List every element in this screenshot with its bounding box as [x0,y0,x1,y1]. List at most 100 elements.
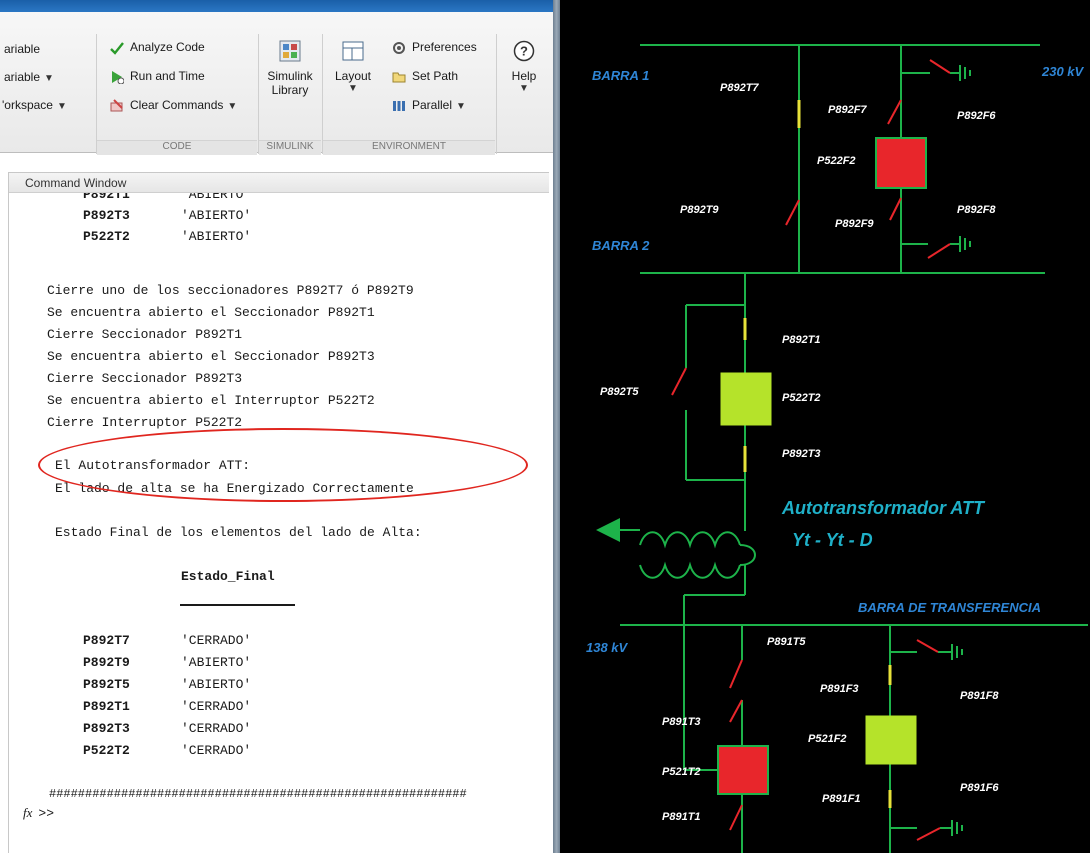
clear-commands-label: Clear Commands [130,98,224,112]
help-label: Help [511,69,537,83]
device-label: P892T1 [782,334,821,346]
device-label: P522T2 [782,392,821,404]
switch-P891F8-open [916,639,939,653]
svg-text:?: ? [520,44,528,59]
bus-label: BARRA 2 [592,238,650,253]
fx-icon[interactable]: fx [23,805,32,820]
device-label: P891F1 [822,793,861,805]
table-row-value: 'CERRADO' [181,721,252,736]
table-row-value: 'ABIERTO' [181,677,252,692]
title-strip [0,0,553,12]
single-line-diagram: BARRA 1 BARRA 2 230 kV 138 kV BARRA DE T… [560,0,1090,853]
preferences-button[interactable]: Preferences [392,40,477,55]
final-heading: Estado Final de los elementos del lado d… [55,525,422,540]
chevron-down-icon: ▼ [44,73,54,84]
table-row-name: P522T2 [83,743,130,758]
parallel-icon [393,100,405,111]
hash-separator: ########################################… [49,787,547,805]
chevron-down-icon: ▼ [56,101,67,112]
bus-label: BARRA DE TRANSFERENCIA [858,600,1041,615]
layout-icon [342,41,364,61]
list-item-name: P522T2 [83,229,130,244]
output-line: Cierre uno de los seccionadores P892T7 ó… [47,283,414,298]
breaker-P521F2[interactable] [865,715,917,765]
device-label: P891T1 [662,811,701,823]
highlight-ellipse [38,428,528,502]
table-row-name: P892T3 [83,721,130,736]
device-label: P892T7 [720,82,759,94]
switch-P892F6-open [929,59,951,74]
simulink-icon [279,40,301,62]
help-icon: ? [513,40,535,62]
switch-P891T1-open [729,804,743,831]
switch-P892F7-open [887,99,902,125]
switch-P891T5-open [729,659,743,689]
table-row-value: 'CERRADO' [181,633,252,648]
output-line: Se encuentra abierto el Seccionador P892… [47,305,375,320]
pre-status-list: P892T1 'ABIERTO' P892T3 'ABIERTO' P522T2… [9,193,549,253]
header-underline [180,604,295,606]
device-label: P891F6 [960,782,999,794]
arrow-left-icon [596,518,620,542]
divider [96,34,97,154]
breaker-P521T2[interactable] [717,745,769,795]
parallel-button[interactable]: Parallel ▼ [392,98,466,113]
divider [258,34,259,154]
list-item-value: 'ABIERTO' [181,229,252,244]
gear-icon [393,41,405,54]
run-and-time-label: Run and Time [130,69,205,83]
transformer-connection: Yt - Yt - D [792,530,873,550]
table-row-value: 'CERRADO' [181,743,252,758]
command-prompt[interactable]: fx >> [23,805,54,821]
table-row-name: P892T5 [83,677,130,692]
table-row-value: 'CERRADO' [181,699,252,714]
switch-P891T3-open [729,699,743,723]
workspace-button[interactable]: 'orkspace ▼ [2,98,67,112]
breaker-P522T2[interactable] [720,372,772,426]
device-label: P891F3 [820,683,859,695]
device-label: P892F7 [828,104,867,116]
clear-commands-icon [110,99,123,112]
device-label: P892F6 [957,110,996,122]
transformer-link [739,544,756,566]
table-header: Estado_Final [181,569,275,584]
layout-button[interactable]: Layout ▼ [328,40,378,94]
breaker-P522F2[interactable] [875,137,927,189]
switch-P892F9-open [889,197,902,221]
device-label: P891F8 [960,690,999,702]
output-line: Cierre Seccionador P892T1 [47,327,243,342]
output-line: Se encuentra abierto el Interruptor P522… [47,393,375,408]
run-and-time-icon [112,70,124,84]
switch-P892T5-open [671,367,687,396]
table-row-value: 'ABIERTO' [181,655,252,670]
device-label: P892F9 [835,218,874,230]
code-section-label: CODE [97,140,257,155]
new-variable-button[interactable]: ariable [4,42,40,56]
open-variable-button[interactable]: ariable ▼ [4,70,54,84]
transformer-secondary-coil [639,561,741,579]
analyze-code-icon [110,42,124,55]
analyze-code-button[interactable]: Analyze Code [110,40,205,55]
list-item-value: 'ABIERTO' [181,208,252,223]
table-row-name: P892T7 [83,633,130,648]
list-item-name: P892T3 [83,208,130,223]
run-and-time-button[interactable]: Run and Time [110,69,205,84]
voltage-label: 230 kV [1042,64,1084,79]
transformer-title: Autotransformador ATT [782,498,984,518]
chevron-down-icon: ▼ [348,83,358,94]
workspace-label: 'orkspace [2,98,53,112]
open-variable-label: ariable [4,70,41,84]
clear-commands-button[interactable]: Clear Commands ▼ [110,98,237,113]
device-label: P892F8 [957,204,996,216]
device-label: P521T2 [662,766,701,778]
switch-P892F8-open [927,243,951,259]
set-path-button[interactable]: Set Path [392,69,458,84]
new-variable-label: ariable [4,42,41,56]
command-window[interactable]: Command Window P892T1 'ABIERTO' P892T3 '… [8,172,549,853]
simulink-library-button[interactable]: Simulink Library [262,40,318,97]
device-label: P892T9 [680,204,719,216]
chevron-down-icon: ▼ [456,101,466,112]
table-row-name: P892T1 [83,699,130,714]
help-button[interactable]: ? Help ▼ [502,40,546,94]
toolstrip: ariable ariable ▼ 'orkspace ▼ Analyze Code… [0,12,553,155]
